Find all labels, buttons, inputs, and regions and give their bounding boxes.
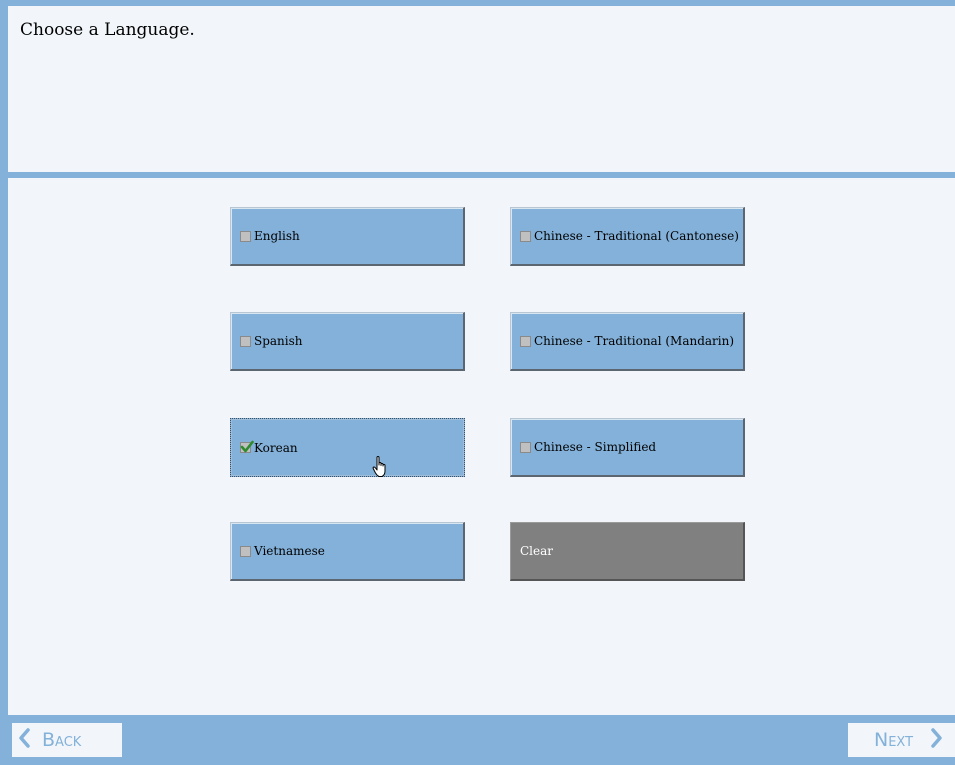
option-label-mandarin: Chinese - Traditional (Mandarin): [534, 334, 735, 348]
page-title: Choose a Language.: [20, 20, 195, 40]
next-button[interactable]: Next: [848, 723, 955, 757]
language-option-simplified[interactable]: Chinese - Simplified: [510, 418, 745, 477]
prompt-panel: Choose a Language.: [8, 0, 955, 178]
chevron-right-icon: [931, 727, 943, 753]
back-button[interactable]: Back: [12, 723, 122, 757]
checkbox-cantonese[interactable]: [520, 230, 531, 242]
language-option-spanish[interactable]: Spanish: [230, 312, 465, 371]
checkbox-korean[interactable]: [240, 440, 254, 453]
navigation-bar: Back Next: [8, 715, 955, 765]
language-option-cantonese[interactable]: Chinese - Traditional (Cantonese): [510, 207, 745, 266]
clear-button-label: Clear: [520, 544, 554, 558]
option-label-spanish: Spanish: [254, 334, 303, 348]
app-frame: Choose a Language. English Spanish Korea…: [0, 0, 955, 765]
language-option-mandarin[interactable]: Chinese - Traditional (Mandarin): [510, 312, 745, 371]
chevron-left-icon: [18, 727, 30, 753]
checkbox-english[interactable]: [240, 230, 251, 242]
option-label-simplified: Chinese - Simplified: [534, 440, 657, 454]
checkbox-spanish[interactable]: [240, 335, 251, 347]
back-label: Back: [42, 729, 82, 751]
clear-button[interactable]: Clear: [510, 522, 745, 581]
checkbox-vietnamese[interactable]: [240, 545, 251, 557]
option-label-vietnamese: Vietnamese: [254, 544, 325, 558]
option-label-korean: Korean: [254, 440, 298, 455]
checkbox-simplified[interactable]: [520, 441, 531, 453]
option-label-english: English: [254, 229, 300, 243]
language-option-english[interactable]: English: [230, 207, 465, 266]
option-label-cantonese: Chinese - Traditional (Cantonese): [534, 229, 739, 243]
language-option-vietnamese[interactable]: Vietnamese: [230, 522, 465, 581]
checkmark-icon: [240, 440, 254, 453]
checkbox-mandarin[interactable]: [520, 335, 531, 347]
language-option-korean[interactable]: Korean: [230, 418, 465, 477]
next-label: Next: [874, 729, 914, 751]
